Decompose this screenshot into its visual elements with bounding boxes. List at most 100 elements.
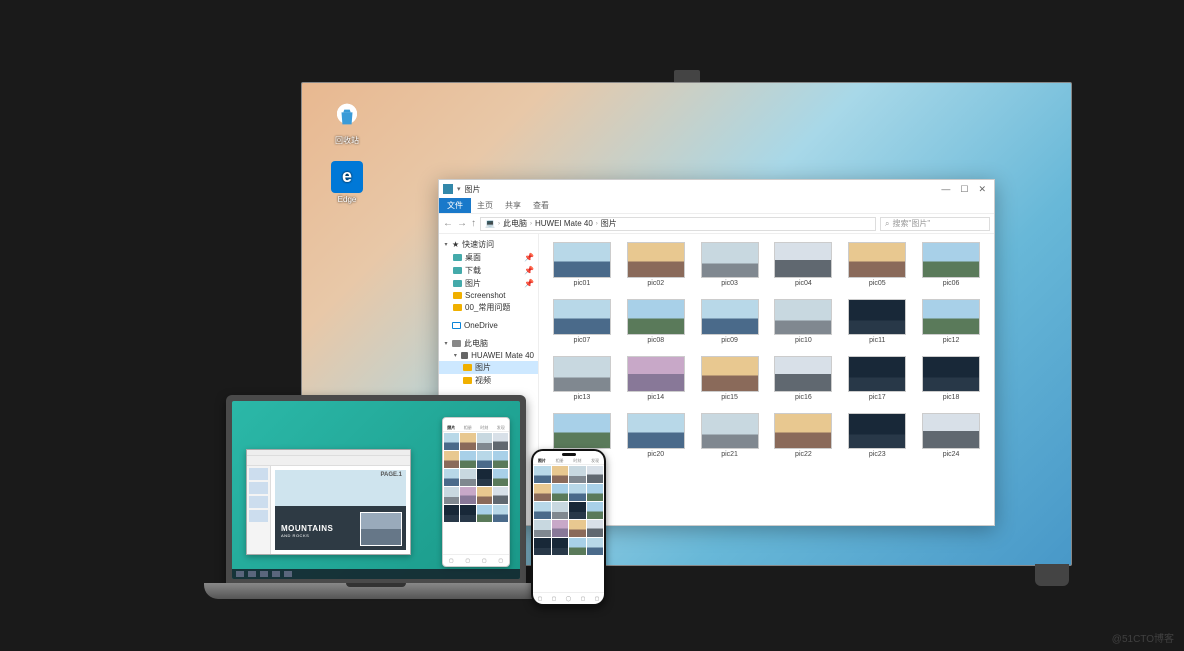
photo-thumbnail[interactable]: pic12 xyxy=(918,299,984,344)
phone-projection-window[interactable]: 照片 相册 时刻 发现 ▢ ▢ ▢ ▢ xyxy=(442,417,510,567)
photo-thumbnail[interactable]: pic05 xyxy=(844,242,910,287)
photo-cell[interactable] xyxy=(444,451,459,468)
sidebar-item-faq[interactable]: 00_常用问题 xyxy=(439,301,538,314)
explorer-search-input[interactable]: ⌕ 搜索"图片" xyxy=(880,217,990,231)
photo-thumbnail[interactable]: pic14 xyxy=(623,356,689,401)
photo-cell[interactable] xyxy=(477,487,492,504)
window-close-button[interactable]: ✕ xyxy=(978,184,986,195)
sidebar-item-pictures[interactable]: 图片📌 xyxy=(439,277,538,290)
photo-cell[interactable] xyxy=(444,433,459,450)
gallery-tab[interactable]: 时刻 xyxy=(480,425,488,431)
ribbon-tab-home[interactable]: 主页 xyxy=(471,198,499,213)
photo-cell[interactable] xyxy=(587,484,604,501)
gallery-tab[interactable]: 发现 xyxy=(591,458,599,464)
gallery-tab[interactable]: 照片 xyxy=(538,458,546,464)
sidebar-phone[interactable]: ▾HUAWEI Mate 40 xyxy=(439,350,538,361)
photo-cell[interactable] xyxy=(477,433,492,450)
photo-thumbnail[interactable]: pic04 xyxy=(771,242,837,287)
nav-item[interactable]: ▢ xyxy=(595,596,600,602)
photo-cell[interactable] xyxy=(493,487,508,504)
nav-forward-button[interactable]: → xyxy=(457,218,467,229)
sidebar-phone-videos[interactable]: 视频 xyxy=(439,374,538,387)
sidebar-quick-access[interactable]: ▾★快速访问 xyxy=(439,238,538,251)
photo-thumbnail[interactable]: pic22 xyxy=(771,413,837,458)
sidebar-item-downloads[interactable]: 下载📌 xyxy=(439,264,538,277)
photo-cell[interactable] xyxy=(460,469,475,486)
photo-cell[interactable] xyxy=(569,538,586,555)
presentation-window[interactable]: PAGE.1 MOUNTAINS AND ROCKS xyxy=(246,449,411,555)
photo-cell[interactable] xyxy=(477,505,492,522)
photo-cell[interactable] xyxy=(460,487,475,504)
gallery-tab[interactable]: 相册 xyxy=(556,458,564,464)
photo-cell[interactable] xyxy=(552,520,569,537)
photo-cell[interactable] xyxy=(587,502,604,519)
photo-thumbnail[interactable]: pic20 xyxy=(623,413,689,458)
phone-photo-grid[interactable] xyxy=(533,465,604,556)
nav-item[interactable]: ▢ xyxy=(552,596,557,602)
photo-thumbnail[interactable]: pic02 xyxy=(623,242,689,287)
nav-item[interactable]: ▢ xyxy=(498,558,503,564)
photo-cell[interactable] xyxy=(460,505,475,522)
explorer-titlebar[interactable]: ▾ 图片 — ☐ ✕ xyxy=(439,180,994,198)
photo-cell[interactable] xyxy=(534,502,551,519)
photo-thumbnail[interactable]: pic18 xyxy=(918,356,984,401)
photo-cell[interactable] xyxy=(534,520,551,537)
nav-item[interactable]: ◯ xyxy=(566,596,572,602)
nav-item[interactable]: ▢ xyxy=(465,558,470,564)
sidebar-item-desktop[interactable]: 桌面📌 xyxy=(439,251,538,264)
photo-thumbnail[interactable]: pic21 xyxy=(697,413,763,458)
photo-thumbnail[interactable]: pic10 xyxy=(771,299,837,344)
photo-cell[interactable] xyxy=(493,433,508,450)
photo-cell[interactable] xyxy=(569,466,586,483)
laptop-taskbar[interactable] xyxy=(232,569,520,579)
sidebar-onedrive[interactable]: OneDrive xyxy=(439,320,538,331)
photo-thumbnail[interactable]: pic23 xyxy=(844,413,910,458)
photo-thumbnail[interactable]: pic13 xyxy=(549,356,615,401)
photo-cell[interactable] xyxy=(493,469,508,486)
photo-cell[interactable] xyxy=(569,502,586,519)
photo-thumbnail[interactable]: pic09 xyxy=(697,299,763,344)
gallery-tab[interactable]: 发现 xyxy=(497,425,505,431)
photo-cell[interactable] xyxy=(552,502,569,519)
photo-thumbnail[interactable]: pic08 xyxy=(623,299,689,344)
photo-cell[interactable] xyxy=(444,469,459,486)
photo-cell[interactable] xyxy=(493,505,508,522)
photo-cell[interactable] xyxy=(534,538,551,555)
qat-dropdown-icon[interactable]: ▾ xyxy=(457,185,461,193)
nav-item[interactable]: ▢ xyxy=(581,596,586,602)
nav-up-button[interactable]: ↑ xyxy=(471,218,476,229)
projected-photo-grid[interactable] xyxy=(443,432,509,523)
photo-cell[interactable] xyxy=(552,466,569,483)
ribbon-tab-share[interactable]: 共享 xyxy=(499,198,527,213)
explorer-content-pane[interactable]: pic01pic02pic03pic04pic05pic06pic07pic08… xyxy=(539,234,994,525)
photo-cell[interactable] xyxy=(552,484,569,501)
photo-cell[interactable] xyxy=(569,484,586,501)
photo-cell[interactable] xyxy=(552,538,569,555)
gallery-tab[interactable]: 相册 xyxy=(464,425,472,431)
photo-cell[interactable] xyxy=(460,433,475,450)
sidebar-phone-pictures[interactable]: 图片 xyxy=(439,361,538,374)
desktop-icon-edge[interactable]: e Edge xyxy=(328,161,366,204)
nav-item[interactable]: ▢ xyxy=(449,558,454,564)
breadcrumb-segment[interactable]: 此电脑 xyxy=(503,218,527,229)
photo-thumbnail[interactable]: pic11 xyxy=(844,299,910,344)
photo-cell[interactable] xyxy=(477,451,492,468)
desktop-icon-recycle-bin[interactable]: 回收站 xyxy=(328,101,366,146)
photo-cell[interactable] xyxy=(444,487,459,504)
photo-cell[interactable] xyxy=(534,466,551,483)
gallery-tab[interactable]: 时刻 xyxy=(573,458,581,464)
photo-cell[interactable] xyxy=(587,466,604,483)
photo-cell[interactable] xyxy=(477,469,492,486)
photo-cell[interactable] xyxy=(460,451,475,468)
gallery-tab[interactable]: 照片 xyxy=(447,425,455,431)
photo-thumbnail[interactable]: pic15 xyxy=(697,356,763,401)
photo-thumbnail[interactable]: pic06 xyxy=(918,242,984,287)
breadcrumb-segment[interactable]: HUWEI Mate 40 xyxy=(535,219,593,228)
photo-cell[interactable] xyxy=(493,451,508,468)
nav-item[interactable]: ▢ xyxy=(482,558,487,564)
slide-thumbnail-strip[interactable] xyxy=(247,466,271,554)
photo-cell[interactable] xyxy=(587,520,604,537)
breadcrumb[interactable]: 💻 › 此电脑 › HUWEI Mate 40 › 图片 xyxy=(480,217,876,231)
breadcrumb-segment[interactable]: 图片 xyxy=(601,218,617,229)
photo-thumbnail[interactable]: pic17 xyxy=(844,356,910,401)
